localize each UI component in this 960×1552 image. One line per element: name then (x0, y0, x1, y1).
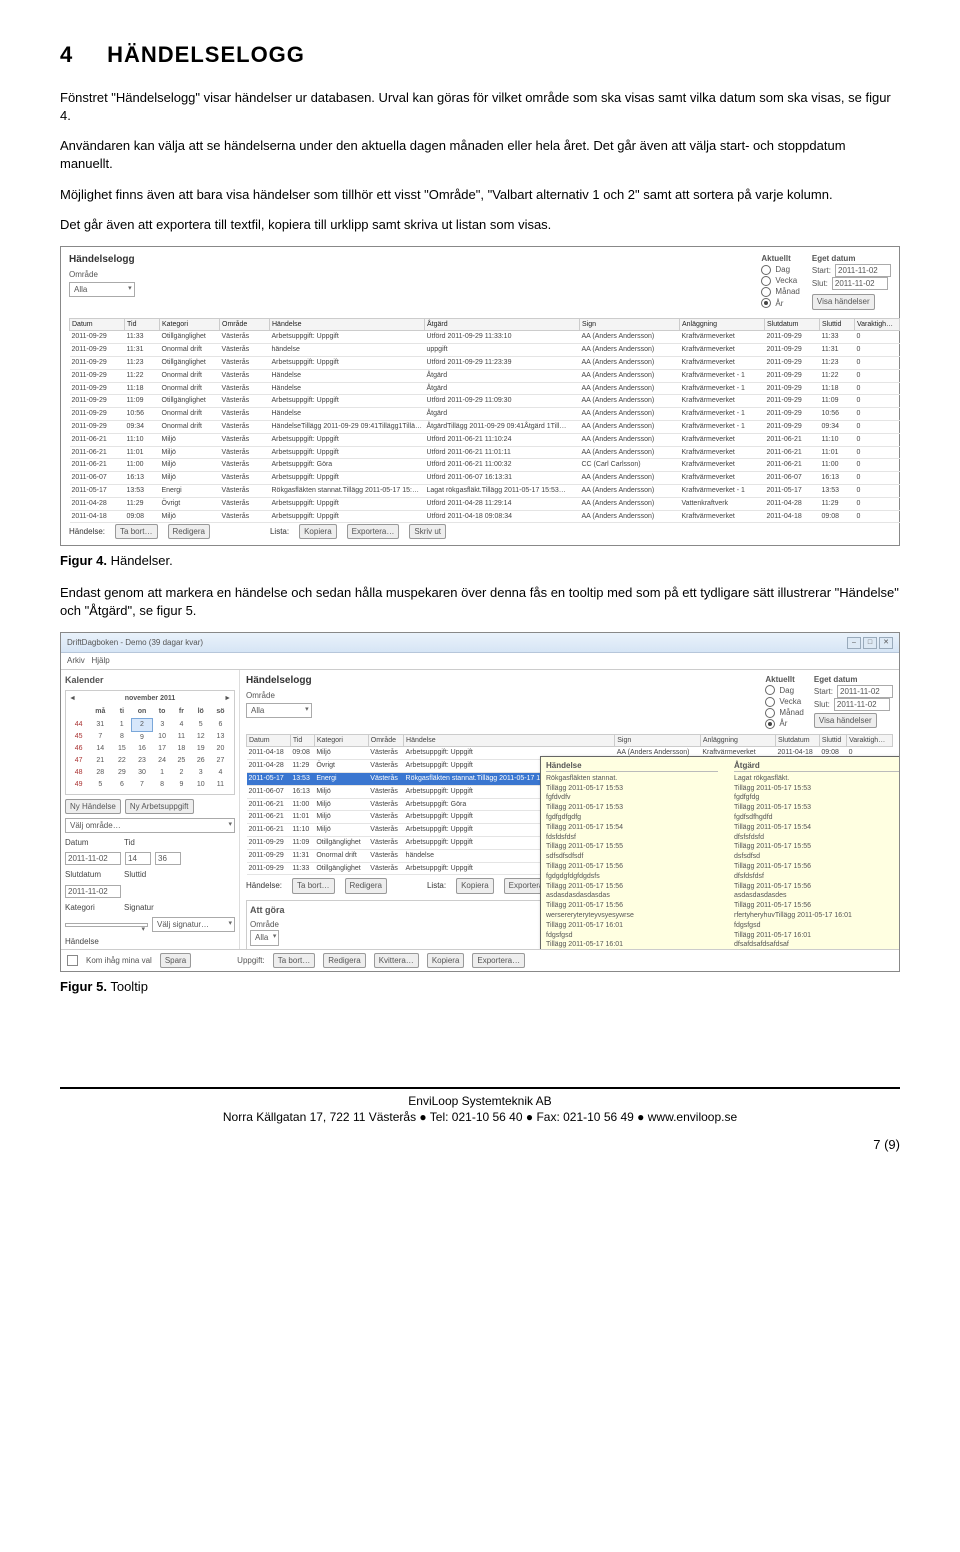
table-row[interactable]: 2011-09-2911:18Onormal driftVästeråsHänd… (70, 382, 900, 395)
section-heading: 4 HÄNDELSELOGG (60, 40, 900, 71)
valj-omrade-combo[interactable]: Välj område… (65, 818, 235, 833)
panel-title: Händelselogg (69, 253, 135, 267)
table-row[interactable]: 2011-06-2111:01MiljöVästeråsArbetsuppgif… (70, 446, 900, 459)
table-row[interactable]: 2011-05-1713:53EnergiVästeråsRökgasfläkt… (70, 485, 900, 498)
lista-label: Lista: (270, 526, 289, 537)
footer-company: EnviLoop Systemteknik AB (60, 1093, 900, 1110)
kom-ihag-checkbox[interactable] (67, 955, 78, 966)
paragraph-5: Endast genom att markera en händelse och… (60, 584, 900, 620)
radio-ar[interactable] (761, 298, 771, 308)
table-row[interactable]: 2011-09-2910:56Onormal driftVästeråsHänd… (70, 408, 900, 421)
omrade-label: Område (69, 269, 135, 280)
radio-dag[interactable] (761, 265, 771, 275)
handelselogg-table[interactable]: DatumTidKategoriOmrådeHändelseÅtgärdSign… (69, 318, 900, 524)
slutdatum-input[interactable]: 2011-11-02 (65, 885, 121, 898)
kalender-title: Kalender (65, 674, 235, 687)
paragraph-2: Användaren kan välja att se händelserna … (60, 137, 900, 173)
omrade-combo[interactable]: Alla (69, 282, 135, 297)
slut-date[interactable]: 2011-11-02 (832, 277, 888, 290)
tabort-button[interactable]: Ta bort… (115, 524, 157, 539)
radio-manad[interactable] (761, 287, 771, 297)
footer-address: Norra Källgatan 17, 722 11 Västerås ● Te… (60, 1109, 900, 1126)
redigera-button[interactable]: Redigera (168, 524, 210, 539)
menu-arkiv[interactable]: Arkiv (67, 656, 85, 665)
start-date[interactable]: 2011-11-02 (835, 264, 891, 277)
visa-handelser-button[interactable]: Visa händelser (812, 294, 875, 309)
page-number: 7 (9) (60, 1136, 900, 1154)
table-row[interactable]: 2011-09-2911:22Onormal driftVästeråsHänd… (70, 369, 900, 382)
spara-button[interactable]: Spara (160, 953, 191, 968)
table-row[interactable]: 2011-09-2909:34Onormal driftVästeråsHänd… (70, 421, 900, 434)
exportera-button[interactable]: Exportera… (347, 524, 400, 539)
section-title: HÄNDELSELOGG (107, 42, 305, 67)
datum-input[interactable]: 2011-11-02 (65, 852, 121, 865)
radio-vecka[interactable] (761, 276, 771, 286)
handelse-label: Händelse: (69, 526, 105, 537)
window-title: DriftDagboken - Demo (39 dagar kvar) (67, 637, 203, 648)
table-row[interactable]: 2011-09-2911:09OtillgänglighetVästeråsAr… (70, 395, 900, 408)
table-row[interactable]: 2011-06-0716:13MiljöVästeråsArbetsuppgif… (70, 472, 900, 485)
ny-handelse-button[interactable]: Ny Händelse (65, 799, 121, 814)
menu-hjalp[interactable]: Hjälp (91, 656, 109, 665)
window-buttons[interactable]: –□✕ (845, 636, 893, 649)
table-row[interactable]: 2011-04-2811:29ÖvrigtVästeråsArbetsuppgi… (70, 497, 900, 510)
figure-4-caption: Figur 4. Händelser. (60, 552, 900, 570)
table-row[interactable]: 2011-06-2111:10MiljöVästeråsArbetsuppgif… (70, 433, 900, 446)
kopiera-button[interactable]: Kopiera (299, 524, 337, 539)
table-row[interactable]: 2011-09-2911:31Onormal driftVästeråshänd… (70, 344, 900, 357)
calendar[interactable]: ◄november 2011► måtiontofrlösö4431123456… (65, 690, 235, 794)
paragraph-4: Det går även att exportera till textfil,… (60, 216, 900, 234)
egetdatum-label: Eget datum (812, 253, 891, 264)
section-number: 4 (60, 40, 100, 71)
skrivut-button[interactable]: Skriv ut (409, 524, 446, 539)
table-row[interactable]: 2011-06-2111:00MiljöVästeråsArbetsuppgif… (70, 459, 900, 472)
tooltip: HändelseRökgasfläkten stannat.Tillägg 20… (540, 756, 899, 950)
figure-4-panel: Händelselogg Område Alla Aktuellt Dag Ve… (60, 246, 900, 546)
table-row[interactable]: 2011-09-2911:23OtillgänglighetVästeråsAr… (70, 357, 900, 370)
paragraph-1: Fönstret "Händelselogg" visar händelser … (60, 89, 900, 125)
page-footer: EnviLoop Systemteknik AB Norra Källgatan… (60, 1087, 900, 1155)
paragraph-3: Möjlighet finns även att bara visa hände… (60, 186, 900, 204)
ny-arbetsuppgift-button[interactable]: Ny Arbetsuppgift (125, 799, 194, 814)
table-row[interactable]: 2011-09-2911:33OtillgänglighetVästeråsAr… (70, 331, 900, 344)
aktuellt-label: Aktuellt (761, 253, 799, 264)
figure-5-caption: Figur 5. Tooltip (60, 978, 900, 996)
figure-5-window: DriftDagboken - Demo (39 dagar kvar) –□✕… (60, 632, 900, 972)
table-row[interactable]: 2011-04-1809:08MiljöVästeråsArbetsuppgif… (70, 510, 900, 523)
